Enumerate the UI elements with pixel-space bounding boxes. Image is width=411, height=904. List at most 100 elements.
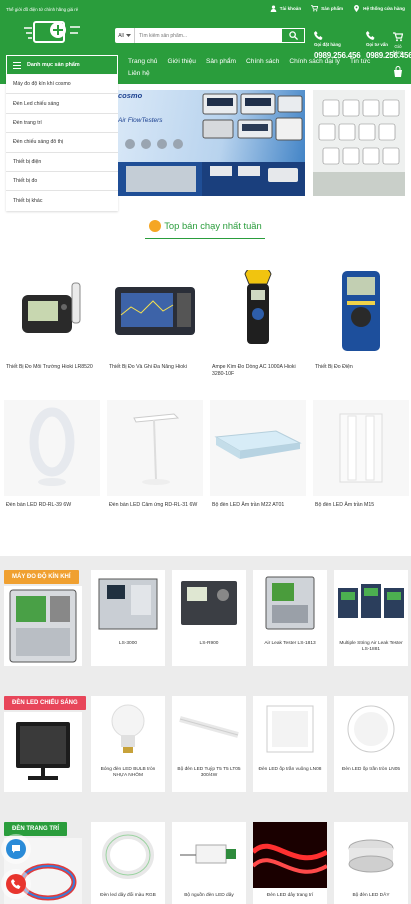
product-name: Thiết Bị Đo Môi Trường Hioki LR8520 bbox=[6, 364, 93, 370]
section-product-card[interactable]: Bộ nguồn đèn LED dây bbox=[172, 822, 246, 904]
product-image bbox=[115, 287, 195, 335]
call-button[interactable] bbox=[6, 874, 26, 894]
section-product-card[interactable]: LS-3000 bbox=[91, 570, 165, 666]
section-product-card[interactable]: Đèn LED ốp trần tròn LN05 bbox=[334, 696, 408, 792]
product-image bbox=[348, 839, 394, 873]
page: Thế giới đồ điện tử chính hãng giá rẻ Tà… bbox=[0, 0, 411, 904]
cart-link[interactable]: Giỏ hàng bbox=[389, 32, 407, 56]
section-product-card[interactable]: Multiple String Air Leak Tester LS-1881 bbox=[334, 570, 408, 666]
cart-icon bbox=[393, 32, 404, 42]
product-card[interactable]: Đèn bàn LED RD-RL-39 6W bbox=[4, 400, 100, 509]
product-name: Đèn bàn LED RD-RL-39 6W bbox=[6, 502, 72, 508]
title-underline bbox=[145, 238, 265, 239]
product-card[interactable]: Thiết Bị Đo Điện bbox=[313, 262, 409, 371]
product-image bbox=[214, 430, 302, 459]
stores-link[interactable]: Hệ thống cửa hàng bbox=[353, 5, 405, 12]
product-image bbox=[22, 282, 81, 333]
category-item[interactable]: Đèn trang trí bbox=[6, 114, 118, 134]
cart-button-icon[interactable] bbox=[392, 66, 404, 78]
side-banner-illustration bbox=[313, 90, 405, 196]
product-image bbox=[111, 704, 145, 753]
category-item[interactable]: Đèn Led chiếu sáng bbox=[6, 94, 118, 114]
phone-icon bbox=[11, 879, 21, 889]
product-image bbox=[180, 844, 236, 864]
category-section-air-leak: MÁY ĐO ĐỘ KÍN KHÍ LS-3000 LS-R900 Air Le… bbox=[0, 556, 411, 684]
category-item[interactable]: Đèn chiếu sáng đô thị bbox=[6, 133, 118, 153]
user-icon bbox=[270, 5, 277, 12]
product-name: Bộ đèn LED Âm trần M22 AT01 bbox=[212, 502, 285, 508]
category-item[interactable]: Thiết bị đo bbox=[6, 172, 118, 192]
product-image bbox=[253, 843, 327, 874]
category-item[interactable]: Thiết bị khác bbox=[6, 191, 118, 210]
section-tag[interactable]: MÁY ĐO ĐỘ KÍN KHÍ bbox=[4, 570, 79, 584]
product-name: Đèn bàn LED Cảm ứng RD-RL-31 6W bbox=[109, 502, 198, 508]
nav-home[interactable]: Trang chủ bbox=[128, 58, 157, 65]
section-product-card[interactable]: LS-R900 bbox=[172, 570, 246, 666]
category-item[interactable]: Máy đo độ kín khí cosmo bbox=[6, 75, 118, 95]
search-button[interactable] bbox=[281, 28, 305, 43]
product-name: Thiết Bị Đo Điện bbox=[315, 364, 353, 370]
nav-news[interactable]: Tin tức bbox=[350, 58, 370, 65]
product-card[interactable]: Thiết Bị Đo Và Ghi Đa Năng Hioki bbox=[107, 262, 203, 371]
hero-banner[interactable]: cosmo Air FlowTesters bbox=[118, 90, 305, 196]
nav-products[interactable]: Sản phẩm bbox=[206, 58, 236, 65]
category-section-led-lighting: ĐÈN LED CHIẾU SÁNG Bóng đèn LED BULB trò… bbox=[0, 682, 411, 810]
product-card[interactable]: Ampe Kìm Đo Dòng AC 1000A Hioki 3280-10F bbox=[210, 262, 306, 378]
section-product-card[interactable]: Đèn led dây đổi màu RGB bbox=[91, 822, 165, 904]
section-product-card[interactable]: Bộ đèn LED Tuýp T5 T5 LT05 300/4W bbox=[172, 696, 246, 792]
tagline: Thế giới đồ điện tử chính hãng giá rẻ bbox=[6, 7, 79, 12]
location-icon bbox=[354, 5, 360, 12]
chevron-down-icon bbox=[125, 33, 131, 37]
chat-icon bbox=[12, 845, 20, 853]
section-product-card[interactable]: Air Leak Tester LS-1813 bbox=[253, 570, 327, 666]
site-header: Thế giới đồ điện tử chính hãng giá rẻ Tà… bbox=[0, 0, 411, 84]
chat-button[interactable] bbox=[6, 839, 26, 859]
products-link[interactable]: Sản phẩm bbox=[311, 5, 343, 12]
phone-icon bbox=[314, 31, 323, 40]
search-category-select[interactable]: All bbox=[115, 28, 135, 43]
product-image bbox=[339, 413, 383, 483]
product-card[interactable]: Bộ đèn LED Âm trần M15 bbox=[313, 400, 409, 509]
search-input[interactable] bbox=[135, 28, 281, 43]
nav-about[interactable]: Giới thiệu bbox=[167, 58, 196, 65]
order-hotline[interactable]: Gọi đặt hàng 0989.256.456 bbox=[314, 31, 361, 60]
product-image bbox=[181, 581, 237, 625]
section-featured-image[interactable] bbox=[4, 712, 82, 792]
product-image bbox=[98, 578, 158, 630]
nav-dealer-policy[interactable]: Chính sách đại lý bbox=[289, 58, 340, 65]
product-image bbox=[133, 413, 180, 485]
logo[interactable] bbox=[24, 18, 82, 48]
search-bar: All bbox=[115, 28, 305, 43]
advice-hotline[interactable]: Gọi tư vấn 0989.256.456 bbox=[366, 31, 411, 60]
product-image bbox=[244, 270, 272, 344]
search-icon bbox=[288, 31, 298, 40]
product-card[interactable]: Đèn bàn LED Cảm ứng RD-RL-31 6W bbox=[107, 400, 203, 509]
section-featured-image[interactable] bbox=[4, 586, 82, 666]
phone-icon bbox=[366, 31, 375, 40]
cart-small-icon bbox=[311, 5, 319, 12]
section-tag[interactable]: ĐÈN LED CHIẾU SÁNG bbox=[4, 696, 86, 710]
product-card[interactable]: Thiết Bị Đo Môi Trường Hioki LR8520 bbox=[4, 262, 100, 371]
product-card[interactable]: Bộ đèn LED Âm trần M22 AT01 bbox=[210, 400, 306, 509]
category-item[interactable]: Thiết bị điện bbox=[6, 153, 118, 172]
featured-image bbox=[9, 589, 77, 663]
product-name: Ampe Kìm Đo Dòng AC 1000A Hioki 3280-10F bbox=[212, 364, 296, 377]
product-image bbox=[266, 705, 314, 753]
account-link[interactable]: Tài khoản bbox=[270, 5, 301, 12]
section-product-card[interactable]: Bóng đèn LED BULB tròn NHỰA NHÔM bbox=[91, 696, 165, 792]
product-image bbox=[338, 584, 404, 618]
nav-policy[interactable]: Chính sách bbox=[246, 58, 279, 65]
section-product-card[interactable]: Đèn LED ốp trần vuông LN08 bbox=[253, 696, 327, 792]
hot-badge-icon bbox=[149, 219, 162, 232]
product-image bbox=[342, 271, 380, 351]
product-image bbox=[347, 705, 395, 753]
nav-contact[interactable]: Liên hệ bbox=[128, 70, 150, 77]
section-product-card[interactable]: Đèn LED dây trang trí bbox=[253, 822, 327, 904]
product-image bbox=[179, 716, 239, 738]
side-banner[interactable] bbox=[313, 90, 405, 196]
product-image bbox=[265, 576, 315, 630]
category-menu-button[interactable]: Danh mục sản phẩm bbox=[6, 55, 118, 75]
section-product-card[interactable]: Bộ đèn LED DÂY bbox=[334, 822, 408, 904]
menu-icon bbox=[13, 61, 21, 69]
section-tag[interactable]: ĐÈN TRANG TRÍ bbox=[4, 822, 67, 836]
